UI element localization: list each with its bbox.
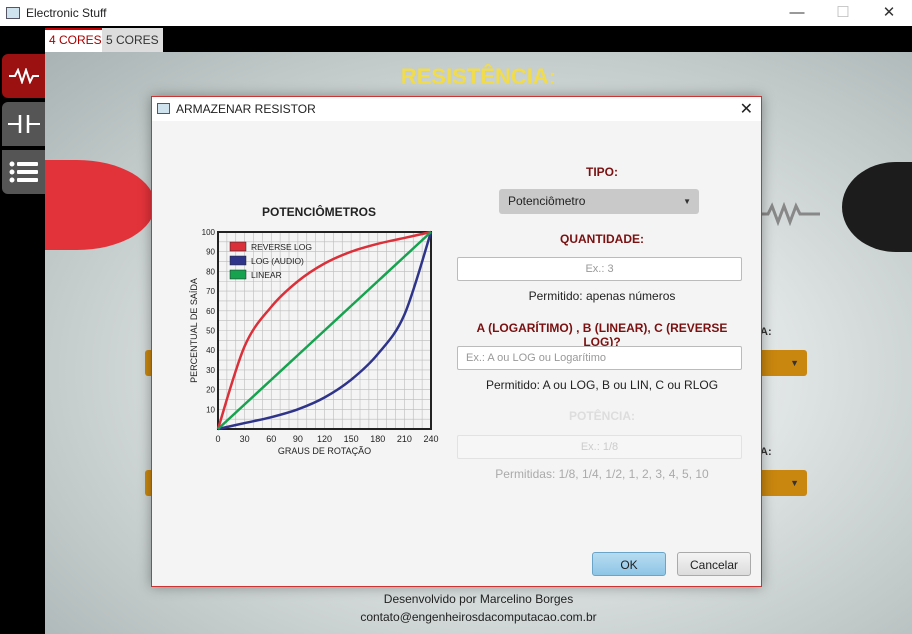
quantidade-input[interactable]: [457, 257, 742, 281]
y-tick-label: 50: [206, 327, 215, 336]
legend-swatch: [229, 255, 247, 266]
y-tick-label: 30: [206, 366, 215, 375]
y-tick-label: 40: [206, 346, 215, 355]
legend-label: REVERSE LOG: [251, 242, 312, 252]
quantidade-label: QUANTIDADE:: [560, 232, 644, 246]
potencia-label: POTÊNCIA:: [569, 409, 635, 423]
y-axis-label: PERCENTUAL DE SAÍDA: [189, 278, 199, 383]
x-tick-label: 30: [240, 434, 250, 444]
maximize-button[interactable]: ☐: [820, 0, 866, 26]
ok-button[interactable]: OK: [592, 552, 666, 576]
potentiometer-chart: 10 20 30 40 50 60 70 80 90 100 0 30 60 90 120 150 180 21…: [189, 228, 439, 456]
potencia-hint: Permitidas: 1/8, 1/4, 1/2, 1, 2, 3, 4, 5…: [495, 467, 709, 481]
tipo-value: Potenciômetro: [508, 194, 586, 208]
potencia-input[interactable]: [457, 435, 742, 459]
resistance-title: RESISTÊNCIA:: [400, 64, 557, 89]
y-tick-label: 10: [206, 405, 215, 414]
tab-4-cores[interactable]: 4 CORES: [45, 28, 106, 52]
tipo-label: TIPO:: [586, 165, 618, 179]
y-tick-label: 100: [202, 228, 216, 237]
dialog-title: ARMAZENAR RESISTOR: [176, 102, 316, 116]
tab-bar: 4 CORES 5 CORES: [0, 26, 912, 52]
red-probe-lead: [45, 160, 155, 250]
chevron-down-icon: ▼: [790, 478, 799, 488]
chevron-down-icon: ▼: [683, 197, 691, 206]
x-tick-label: 240: [423, 434, 438, 444]
store-resistor-dialog: ARMAZENAR RESISTOR ✕ POTENCIÔMETROS 10 20…: [151, 96, 762, 587]
footer-credits: Desenvolvido por Marcelino Borges: [383, 592, 574, 606]
minimize-button[interactable]: —: [774, 0, 820, 26]
x-axis-label: GRAUS DE ROTAÇÃO: [278, 446, 371, 456]
cancel-button[interactable]: Cancelar: [677, 552, 751, 576]
y-tick-label: 60: [206, 307, 215, 316]
capacitor-icon: [7, 115, 40, 133]
legend-swatch: [229, 269, 247, 280]
dialog-titlebar: ARMAZENAR RESISTOR ✕: [152, 97, 761, 121]
app-icon: [6, 7, 20, 19]
rail-button-capacitor[interactable]: [2, 102, 45, 146]
abc-input[interactable]: [457, 346, 742, 370]
y-tick-label: 90: [206, 248, 215, 257]
resistor-icon: [8, 68, 39, 84]
x-tick-label: 210: [397, 434, 412, 444]
window-title: Electronic Stuff: [26, 6, 107, 20]
x-tick-label: 150: [344, 434, 359, 444]
rail-button-list[interactable]: [2, 150, 45, 194]
close-button[interactable]: ✕: [866, 0, 912, 26]
x-tick-label: 180: [370, 434, 385, 444]
chevron-down-icon: ▼: [790, 358, 799, 368]
list-icon: [9, 161, 38, 183]
x-tick-label: 0: [215, 434, 220, 444]
tipo-select[interactable]: Potenciômetro ▼: [499, 189, 699, 214]
y-tick-label: 70: [206, 287, 215, 296]
legend-swatch: [229, 241, 247, 252]
footer-contact: contato@engenheirosdacomputacao.com.br: [360, 610, 597, 624]
window-titlebar: Electronic Stuff — ☐ ✕: [0, 0, 912, 26]
chart-heading: POTENCIÔMETROS: [262, 205, 377, 219]
y-tick-label: 20: [206, 386, 215, 395]
dialog-app-icon: [157, 103, 170, 114]
quantidade-hint: Permitido: apenas números: [528, 289, 676, 303]
abc-hint: Permitido: A ou LOG, B ou LIN, C ou RLOG: [485, 378, 719, 392]
y-tick-label: 80: [206, 267, 215, 276]
black-probe-lead: [842, 162, 912, 252]
dialog-close-button[interactable]: ✕: [740, 99, 753, 119]
tab-5-cores[interactable]: 5 CORES: [102, 28, 163, 52]
resistor-graphic-icon: [760, 202, 820, 226]
x-tick-label: 90: [293, 434, 303, 444]
rail-button-resistor[interactable]: [2, 54, 45, 98]
side-rail: [0, 52, 45, 634]
legend-label: LINEAR: [251, 270, 282, 280]
x-tick-label: 120: [317, 434, 332, 444]
legend-label: LOG (AUDIO): [251, 256, 304, 266]
x-tick-label: 60: [266, 434, 276, 444]
abc-label: A (LOGARÍTIMO) , B (LINEAR), C (REVERSE …: [476, 321, 728, 349]
